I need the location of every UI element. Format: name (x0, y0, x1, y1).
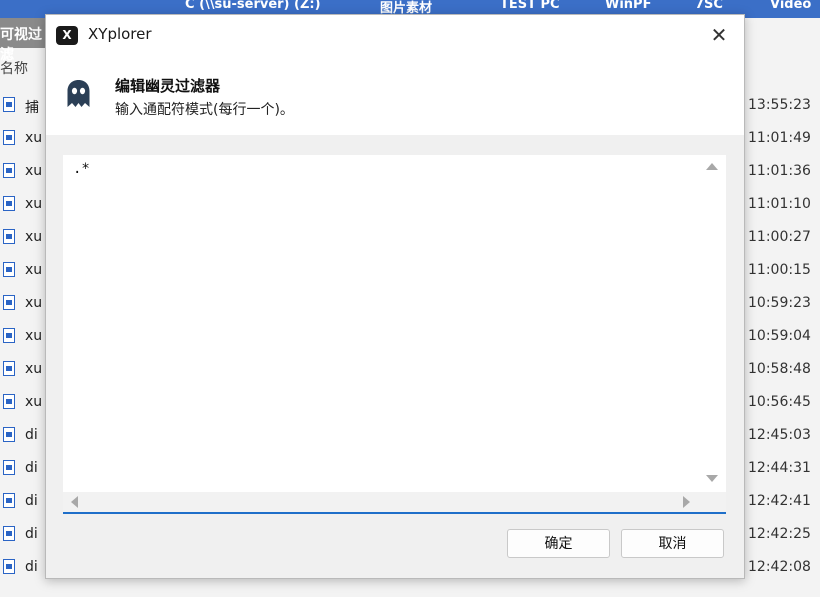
file-icon (3, 361, 15, 376)
file-icon (3, 196, 15, 211)
file-row[interactable]: xu (0, 156, 46, 188)
file-row[interactable]: 捕 (0, 90, 46, 122)
file-row[interactable]: di (0, 420, 46, 452)
file-icon (3, 394, 15, 409)
file-name: xu (25, 361, 43, 377)
file-name: xu (25, 229, 43, 245)
xyplorer-app-icon: X (56, 26, 78, 45)
dialog-titlebar[interactable]: X XYplorer ✕ (46, 15, 744, 55)
dialog-title: XYplorer (88, 25, 152, 43)
breadcrumb-item[interactable]: C (\\su-server) (Z:) (185, 0, 321, 12)
file-name: di (25, 526, 38, 542)
file-name: xu (25, 196, 43, 212)
file-name: xu (25, 130, 43, 146)
breadcrumb-item[interactable]: Video (770, 0, 811, 12)
file-row[interactable]: xu (0, 222, 46, 254)
dialog-header: 编辑幽灵过滤器 输入通配符模式(每行一个)。 (46, 55, 744, 135)
file-name: xu (25, 295, 43, 311)
file-modified-time: 12:45:03 (748, 427, 811, 443)
file-modified-time: 11:00:27 (748, 229, 811, 245)
file-row[interactable]: xu (0, 321, 46, 353)
file-icon (3, 229, 15, 244)
file-icon (3, 262, 15, 277)
ok-button[interactable]: 确定 (507, 529, 610, 558)
scroll-right-icon[interactable] (683, 496, 690, 508)
file-name: di (25, 460, 38, 476)
file-name: di (25, 559, 38, 575)
breadcrumb-item[interactable]: WinPF (605, 0, 651, 12)
file-icon (3, 130, 15, 145)
file-modified-time: 12:42:25 (748, 526, 811, 542)
file-name: di (25, 493, 38, 509)
column-header-name[interactable]: 名称 (0, 58, 28, 78)
pattern-text[interactable]: .* (73, 161, 90, 177)
file-modified-time: 13:55:23 (748, 97, 811, 113)
file-modified-time: 11:01:49 (748, 130, 811, 146)
cancel-button[interactable]: 取消 (621, 529, 724, 558)
close-button[interactable]: ✕ (702, 21, 736, 49)
file-row[interactable]: xu (0, 354, 46, 386)
vertical-scrollbar[interactable] (702, 155, 722, 490)
file-modified-time: 12:42:41 (748, 493, 811, 509)
file-icon (3, 328, 15, 343)
file-modified-time: 10:59:23 (748, 295, 811, 311)
scroll-up-icon[interactable] (706, 163, 718, 170)
file-row[interactable]: xu (0, 123, 46, 155)
ghost-icon (67, 80, 90, 107)
scroll-left-icon[interactable] (71, 496, 78, 508)
file-name: xu (25, 328, 43, 344)
file-icon (3, 460, 15, 475)
file-modified-time: 10:58:48 (748, 361, 811, 377)
file-icon (3, 295, 15, 310)
file-name: xu (25, 163, 43, 179)
file-row[interactable]: xu (0, 288, 46, 320)
file-row[interactable]: xu (0, 189, 46, 221)
file-icon (3, 427, 15, 442)
pattern-textarea[interactable]: .* (63, 155, 726, 512)
breadcrumb-item[interactable]: 7SC (695, 0, 723, 12)
file-row[interactable]: di (0, 519, 46, 551)
horizontal-scrollbar[interactable] (63, 492, 726, 512)
file-row[interactable]: di (0, 453, 46, 485)
file-icon (3, 97, 15, 112)
file-modified-time: 11:01:36 (748, 163, 811, 179)
file-icon (3, 526, 15, 541)
file-row[interactable]: xu (0, 387, 46, 419)
ghost-filter-dialog: X XYplorer ✕ 编辑幽灵过滤器 输入通配符模式(每行一个)。 .* 确… (45, 14, 745, 579)
file-modified-time: 10:59:04 (748, 328, 811, 344)
file-modified-time: 10:56:45 (748, 394, 811, 410)
file-modified-time: 12:44:31 (748, 460, 811, 476)
file-row[interactable]: xu (0, 255, 46, 287)
dialog-instructions: 输入通配符模式(每行一个)。 (115, 102, 294, 118)
file-icon (3, 163, 15, 178)
file-row[interactable]: di (0, 486, 46, 518)
file-modified-time: 12:42:08 (748, 559, 811, 575)
file-name: xu (25, 394, 43, 410)
file-icon (3, 493, 15, 508)
dialog-heading: 编辑幽灵过滤器 (115, 77, 221, 95)
file-icon (3, 559, 15, 574)
file-name: xu (25, 262, 43, 278)
file-modified-time: 11:00:15 (748, 262, 811, 278)
file-row[interactable]: di (0, 552, 46, 584)
file-name: di (25, 427, 38, 443)
textarea-focus-underline (63, 512, 726, 514)
file-modified-time: 11:01:10 (748, 196, 811, 212)
visual-filter-bar: 可视过滤 (0, 18, 46, 63)
scroll-down-icon[interactable] (706, 475, 718, 482)
file-name: 捕 (25, 100, 39, 116)
breadcrumb-item[interactable]: TEST PC (500, 0, 560, 12)
